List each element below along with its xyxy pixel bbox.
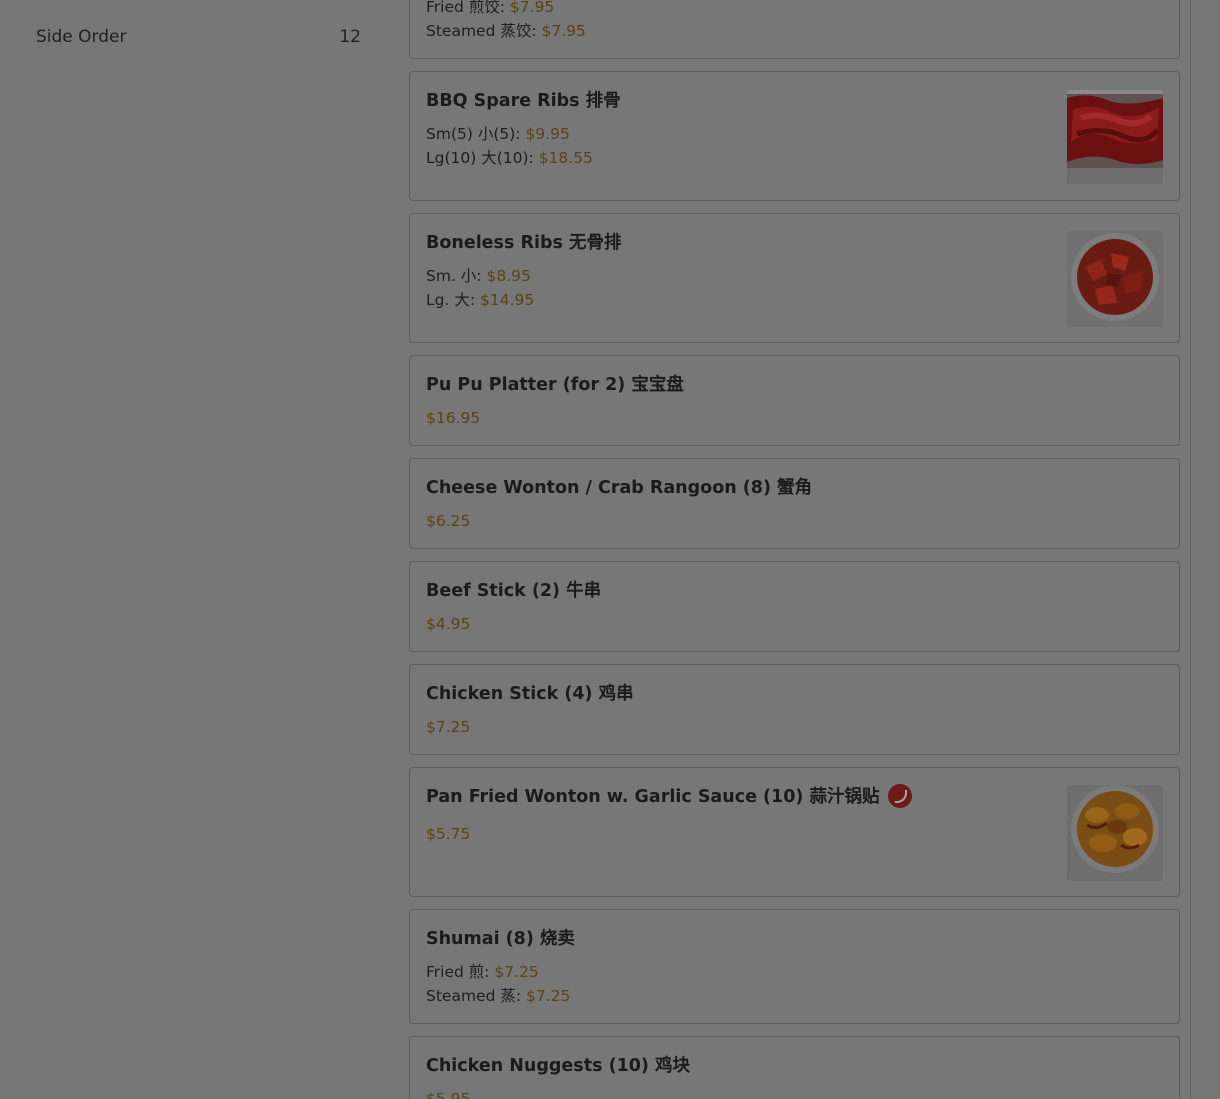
pan-fried-wonton-photo[interactable] xyxy=(1067,785,1163,881)
price-list: Sm. 小: $8.95 Lg. 大: $14.95 xyxy=(426,264,534,312)
price-row: Sm(5) 小(5): $9.95 xyxy=(426,125,570,143)
price-list: Sm(5) 小(5): $9.95 Lg(10) 大(10): $18.55 xyxy=(426,122,593,170)
price-value: $16.95 xyxy=(426,409,481,427)
price-value: $7.25 xyxy=(426,718,471,736)
price-list: Fried 煎: $7.25 Steamed 蒸: $7.25 xyxy=(426,960,570,1008)
price-row: Steamed 蒸: $7.25 xyxy=(426,987,571,1005)
menu-item-card[interactable]: Chicken Stick (4) 鸡串 $7.25 xyxy=(409,664,1180,755)
price-value: $5.95 xyxy=(426,1090,471,1099)
menu-item-name: Shumai (8) 烧卖 xyxy=(426,929,575,949)
spare-ribs-photo[interactable] xyxy=(1067,90,1163,184)
price-value: $18.55 xyxy=(538,149,593,167)
menu-item-card[interactable]: Chicken Nuggests (10) 鸡块 $5.95 xyxy=(409,1036,1180,1099)
menu-item-card[interactable]: Beef Stick (2) 牛串 $4.95 xyxy=(409,561,1180,652)
menu-item-name: Chicken Nuggests (10) 鸡块 xyxy=(426,1056,691,1076)
price-value: $8.95 xyxy=(486,267,531,285)
menu-list: Fried 煎饺: $7.95 Steamed 蒸饺: $7.95 BBQ Sp… xyxy=(409,0,1180,1099)
menu-item-card[interactable]: Shumai (8) 烧卖 Fried 煎: $7.25 Steamed 蒸: … xyxy=(409,909,1180,1024)
menu-item-name: Cheese Wonton / Crab Rangoon (8) 蟹角 xyxy=(426,478,813,498)
price-row: Lg(10) 大(10): $18.55 xyxy=(426,149,593,167)
price-row: Fried 煎: $7.25 xyxy=(426,963,539,981)
menu-item-card[interactable]: Boneless Ribs 无骨排 Sm. 小: $8.95 Lg. 大: $1… xyxy=(409,213,1180,343)
price-row: $6.25 xyxy=(426,509,470,533)
menu-item-card[interactable]: Pu Pu Platter (for 2) 宝宝盘 $16.95 xyxy=(409,355,1180,446)
price-list: $6.25 xyxy=(426,509,470,533)
price-list: $16.95 xyxy=(426,406,480,430)
price-list: $7.25 xyxy=(426,715,470,739)
price-list: $5.95 xyxy=(426,1087,470,1099)
menu-item-name: Chicken Stick (4) 鸡串 xyxy=(426,684,634,704)
price-row: Fried 煎饺: $7.95 xyxy=(426,0,555,16)
price-value: $5.75 xyxy=(426,825,471,843)
sidebar-item-label: Side Order xyxy=(36,27,127,47)
menu-item-card[interactable]: Cheese Wonton / Crab Rangoon (8) 蟹角 $6.2… xyxy=(409,458,1180,549)
price-row: $16.95 xyxy=(426,406,480,430)
price-row: Steamed 蒸饺: $7.95 xyxy=(426,22,586,40)
price-value: $7.25 xyxy=(526,987,571,1005)
chili-pepper-icon xyxy=(888,783,913,808)
menu-item-name: Boneless Ribs 无骨排 xyxy=(426,233,622,253)
menu-item-card[interactable]: BBQ Spare Ribs 排骨 Sm(5) 小(5): $9.95 Lg(1… xyxy=(409,71,1180,201)
boneless-ribs-photo[interactable] xyxy=(1067,231,1163,327)
price-value: $14.95 xyxy=(479,291,535,309)
sidebar-item-count: 12 xyxy=(339,27,361,47)
price-list: Fried 煎饺: $7.95 Steamed 蒸饺: $7.95 xyxy=(426,0,586,43)
price-value: $6.25 xyxy=(426,512,471,530)
price-row: Lg. 大: $14.95 xyxy=(426,291,535,309)
menu-item-card[interactable]: Pan Fried Wonton w. Garlic Sauce (10) 蒜汁… xyxy=(409,767,1180,897)
price-value: $7.95 xyxy=(541,22,586,40)
price-row: $4.95 xyxy=(426,612,470,636)
menu-item-name: Pan Fried Wonton w. Garlic Sauce (10) 蒜汁… xyxy=(426,787,880,807)
price-value: $7.25 xyxy=(494,963,539,981)
price-row: Sm. 小: $8.95 xyxy=(426,267,531,285)
menu-item-name: Beef Stick (2) 牛串 xyxy=(426,581,602,601)
category-sidebar: Side Order 12 xyxy=(0,0,397,1099)
price-value: $7.95 xyxy=(509,0,555,16)
menu-item-name: BBQ Spare Ribs 排骨 xyxy=(426,91,621,111)
menu-item-name: Pu Pu Platter (for 2) 宝宝盘 xyxy=(426,375,684,395)
price-list: $5.75 xyxy=(426,822,470,846)
price-row: $5.95 xyxy=(426,1087,470,1099)
sidebar-item-side-order[interactable]: Side Order 12 xyxy=(36,27,361,47)
menu-item-card[interactable]: Fried 煎饺: $7.95 Steamed 蒸饺: $7.95 xyxy=(409,0,1180,59)
price-list: $4.95 xyxy=(426,612,470,636)
price-row: $5.75 xyxy=(426,822,470,846)
divider xyxy=(1190,0,1191,1099)
price-row: $7.25 xyxy=(426,715,470,739)
price-value: $4.95 xyxy=(426,615,471,633)
menu-item-title-row: Pan Fried Wonton w. Garlic Sauce (10) 蒜汁… xyxy=(426,783,913,808)
price-value: $9.95 xyxy=(525,125,570,143)
